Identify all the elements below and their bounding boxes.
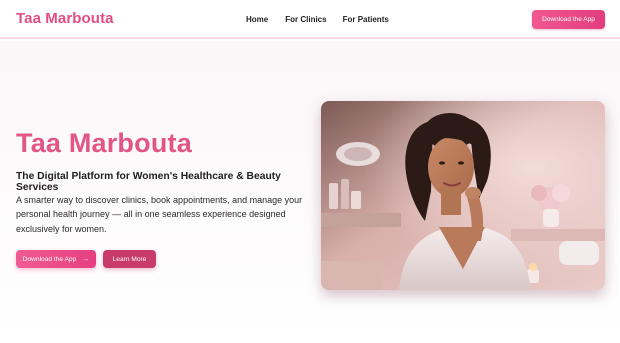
nav-for-patients-link[interactable]: For Patients	[343, 15, 389, 24]
download-app-button[interactable]: Download the App →	[16, 250, 96, 268]
download-app-button-label: Download the App	[22, 255, 77, 263]
hero-title: Taa Marbouta	[16, 128, 192, 158]
hero-image	[321, 101, 605, 290]
nav-links: Home For Clinics For Patients	[246, 15, 389, 24]
nav-home-link[interactable]: Home	[246, 15, 268, 24]
header-download-button[interactable]: Download the App	[532, 10, 605, 29]
learn-more-button[interactable]: Learn More	[103, 250, 156, 268]
nav-for-clinics-link[interactable]: For Clinics	[285, 15, 326, 24]
arrow-right-icon: →	[82, 255, 90, 263]
top-navbar: Taa Marbouta Home For Clinics For Patien…	[0, 0, 620, 39]
brand-logo[interactable]: Taa Marbouta	[16, 10, 114, 27]
hero-description: A smarter way to discover clinics, book …	[16, 195, 303, 234]
hero-subtitle: The Digital Platform for Women's Healthc…	[16, 171, 281, 193]
